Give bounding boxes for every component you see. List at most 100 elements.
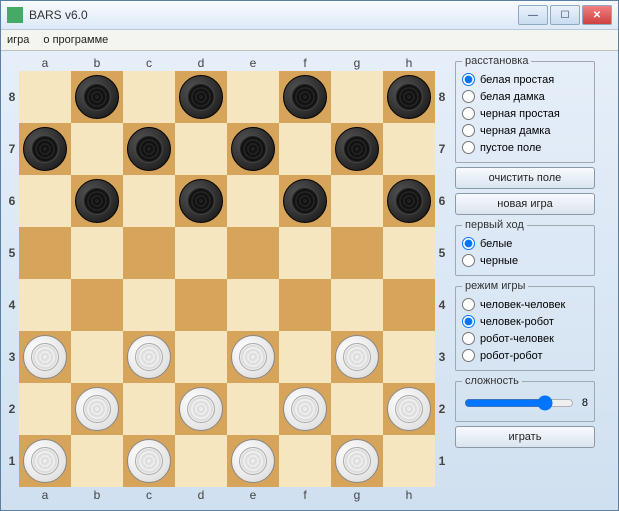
square-b8[interactable] (71, 71, 123, 123)
black-piece[interactable] (283, 179, 327, 223)
square-e1[interactable] (227, 435, 279, 487)
square-e8[interactable] (227, 71, 279, 123)
white-piece[interactable] (23, 335, 67, 379)
square-b2[interactable] (71, 383, 123, 435)
white-piece[interactable] (179, 387, 223, 431)
white-piece[interactable] (283, 387, 327, 431)
square-h2[interactable] (383, 383, 435, 435)
setup-radio[interactable] (462, 107, 475, 120)
square-f6[interactable] (279, 175, 331, 227)
square-c7[interactable] (123, 123, 175, 175)
setup-option[interactable]: черная дамка (462, 122, 588, 139)
square-d8[interactable] (175, 71, 227, 123)
black-piece[interactable] (335, 127, 379, 171)
white-piece[interactable] (127, 439, 171, 483)
square-e4[interactable] (227, 279, 279, 331)
square-c1[interactable] (123, 435, 175, 487)
square-d3[interactable] (175, 331, 227, 383)
square-h6[interactable] (383, 175, 435, 227)
black-piece[interactable] (387, 179, 431, 223)
maximize-button[interactable]: ☐ (550, 5, 580, 25)
white-piece[interactable] (231, 335, 275, 379)
difficulty-slider[interactable] (464, 395, 574, 411)
white-piece[interactable] (231, 439, 275, 483)
square-a4[interactable] (19, 279, 71, 331)
mode-radio[interactable] (462, 349, 475, 362)
mode-option[interactable]: робот-робот (462, 347, 588, 364)
square-h4[interactable] (383, 279, 435, 331)
black-piece[interactable] (127, 127, 171, 171)
square-c3[interactable] (123, 331, 175, 383)
white-piece[interactable] (75, 387, 119, 431)
square-e3[interactable] (227, 331, 279, 383)
black-piece[interactable] (179, 179, 223, 223)
square-d7[interactable] (175, 123, 227, 175)
square-a5[interactable] (19, 227, 71, 279)
mode-option[interactable]: человек-человек (462, 296, 588, 313)
setup-option[interactable]: белая дамка (462, 88, 588, 105)
square-f5[interactable] (279, 227, 331, 279)
square-g4[interactable] (331, 279, 383, 331)
minimize-button[interactable]: — (518, 5, 548, 25)
firstmove-radio[interactable] (462, 254, 475, 267)
black-piece[interactable] (179, 75, 223, 119)
square-f1[interactable] (279, 435, 331, 487)
square-h1[interactable] (383, 435, 435, 487)
square-a7[interactable] (19, 123, 71, 175)
setup-option[interactable]: черная простая (462, 105, 588, 122)
white-piece[interactable] (335, 439, 379, 483)
setup-radio[interactable] (462, 90, 475, 103)
black-piece[interactable] (231, 127, 275, 171)
square-b3[interactable] (71, 331, 123, 383)
firstmove-option[interactable]: черные (462, 252, 588, 269)
square-f8[interactable] (279, 71, 331, 123)
white-piece[interactable] (335, 335, 379, 379)
square-g3[interactable] (331, 331, 383, 383)
newgame-button[interactable]: новая игра (455, 193, 595, 215)
square-e5[interactable] (227, 227, 279, 279)
menu-game[interactable]: игра (7, 34, 29, 46)
square-h7[interactable] (383, 123, 435, 175)
setup-option[interactable]: белая простая (462, 71, 588, 88)
square-a2[interactable] (19, 383, 71, 435)
square-a1[interactable] (19, 435, 71, 487)
white-piece[interactable] (127, 335, 171, 379)
square-h8[interactable] (383, 71, 435, 123)
square-b4[interactable] (71, 279, 123, 331)
mode-option[interactable]: человек-робот (462, 313, 588, 330)
black-piece[interactable] (75, 179, 119, 223)
square-f3[interactable] (279, 331, 331, 383)
black-piece[interactable] (23, 127, 67, 171)
square-a8[interactable] (19, 71, 71, 123)
setup-radio[interactable] (462, 73, 475, 86)
square-c2[interactable] (123, 383, 175, 435)
firstmove-option[interactable]: белые (462, 235, 588, 252)
checkers-board[interactable]: abcdefgh8877665544332211abcdefgh (5, 55, 449, 503)
square-g7[interactable] (331, 123, 383, 175)
square-f7[interactable] (279, 123, 331, 175)
square-d6[interactable] (175, 175, 227, 227)
square-f4[interactable] (279, 279, 331, 331)
white-piece[interactable] (387, 387, 431, 431)
square-g2[interactable] (331, 383, 383, 435)
square-f2[interactable] (279, 383, 331, 435)
setup-radio[interactable] (462, 141, 475, 154)
play-button[interactable]: играть (455, 426, 595, 448)
square-h5[interactable] (383, 227, 435, 279)
mode-option[interactable]: робот-человек (462, 330, 588, 347)
mode-radio[interactable] (462, 315, 475, 328)
mode-radio[interactable] (462, 332, 475, 345)
square-g1[interactable] (331, 435, 383, 487)
square-d4[interactable] (175, 279, 227, 331)
close-button[interactable]: ✕ (582, 5, 612, 25)
square-e2[interactable] (227, 383, 279, 435)
setup-radio[interactable] (462, 124, 475, 137)
square-d2[interactable] (175, 383, 227, 435)
square-b5[interactable] (71, 227, 123, 279)
square-e6[interactable] (227, 175, 279, 227)
square-b1[interactable] (71, 435, 123, 487)
square-c8[interactable] (123, 71, 175, 123)
square-a3[interactable] (19, 331, 71, 383)
menu-about[interactable]: о программе (43, 34, 108, 46)
square-b7[interactable] (71, 123, 123, 175)
